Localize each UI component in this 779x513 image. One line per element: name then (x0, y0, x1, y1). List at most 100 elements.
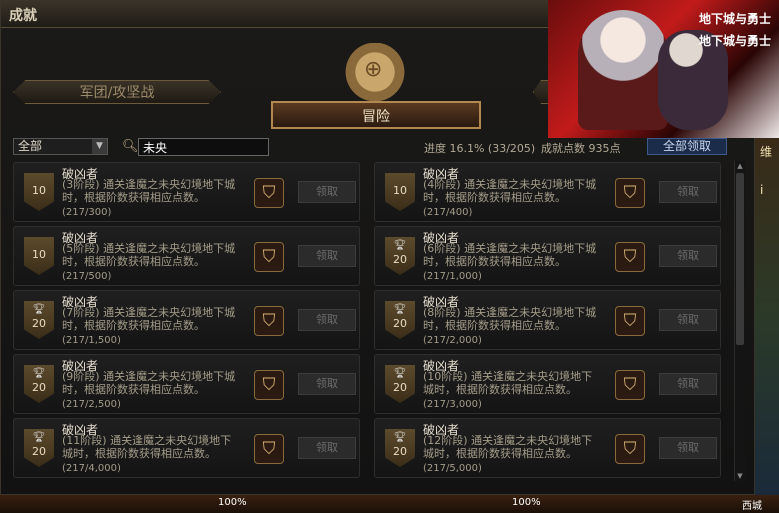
scroll-up-icon[interactable]: ▲ (735, 161, 745, 171)
claim-button[interactable]: 领取 (659, 309, 717, 331)
points-value: 20 (393, 381, 407, 394)
emblem-icon[interactable]: ⛉ (615, 242, 645, 272)
achievement-card: 10 破凶者 (3阶段) 通关逢魔之未央幻境地下城时，根据阶数获得相应点数。 (217… (13, 162, 360, 222)
achievement-desc: (5阶段) 通关逢魔之未央幻境地下城时，根据阶数获得相应点数。 (62, 242, 236, 268)
points-badge: 🏆︎ 20 (24, 365, 54, 403)
mp-text: 100% (512, 497, 541, 508)
achievement-count: (217/400) (423, 207, 473, 218)
points-badge: 10 (385, 173, 415, 211)
emblem-icon[interactable]: ⛉ (254, 242, 284, 272)
claim-button[interactable]: 领取 (298, 373, 356, 395)
achievement-desc: (10阶段) 通关逢魔之未央幻境地下城时，根据阶数获得相应点数。 (423, 370, 593, 396)
tab-legion[interactable]: 军团/攻坚战 (13, 80, 221, 104)
achievement-desc: (3阶段) 通关逢魔之未央幻境地下城时，根据阶数获得相应点数。 (62, 178, 236, 204)
trophy-icon: 🏆︎ (393, 432, 407, 443)
achievement-desc: (11阶段) 通关逢魔之未央幻境地下城时，根据阶数获得相应点数。 (62, 434, 232, 460)
achievement-count: (217/300) (62, 207, 112, 218)
search-icon: 🔍︎ (122, 139, 139, 154)
adventure-scroll-icon (336, 43, 414, 101)
achievement-desc: (4阶段) 通关逢魔之未央幻境地下城时，根据阶数获得相应点数。 (423, 178, 597, 204)
points-badge: 🏆︎ 20 (24, 301, 54, 339)
achievement-desc: (8阶段) 通关逢魔之未央幻境地下城时，根据阶数获得相应点数。 (423, 306, 597, 332)
scrollbar-thumb[interactable] (736, 173, 744, 345)
achievement-card: 🏆︎ 20 破凶者 (9阶段) 通关逢魔之未央幻境地下城时，根据阶数获得相应点数。 (2… (13, 354, 360, 414)
emblem-icon[interactable]: ⛉ (615, 370, 645, 400)
points-value: 20 (32, 445, 46, 458)
points-value: 20 (32, 381, 46, 394)
background-game-ui: 维 i (755, 138, 779, 498)
emblem-icon[interactable]: ⛉ (254, 178, 284, 208)
achievement-card: 🏆︎ 20 破凶者 (11阶段) 通关逢魔之未央幻境地下城时，根据阶数获得相应点数。(… (13, 418, 360, 478)
achievement-card: 🏆︎ 20 破凶者 (10阶段) 通关逢魔之未央幻境地下城时，根据阶数获得相应点数。(… (374, 354, 721, 414)
claim-button[interactable]: 领取 (298, 245, 356, 267)
emblem-icon[interactable]: ⛉ (615, 178, 645, 208)
scrollbar[interactable]: ▲ ▼ (734, 161, 745, 481)
points-text: 成就点数 935点 (541, 142, 621, 155)
trophy-icon: 🏆︎ (32, 304, 46, 315)
achievement-count: (217/4,000) (62, 463, 121, 474)
trophy-icon: 🏆︎ (32, 368, 46, 379)
achievement-card: 🏆︎ 20 破凶者 (6阶段) 通关逢魔之未央幻境地下城时，根据阶数获得相应点数。 (2… (374, 226, 721, 286)
achievement-desc: (7阶段) 通关逢魔之未央幻境地下城时，根据阶数获得相应点数。 (62, 306, 236, 332)
side-text-2: i (760, 183, 764, 197)
achievement-card: 🏆︎ 20 破凶者 (7阶段) 通关逢魔之未央幻境地下城时，根据阶数获得相应点数。 (2… (13, 290, 360, 350)
achievement-desc: (12阶段) 通关逢魔之未央幻境地下城时，根据阶数获得相应点数。 (423, 434, 593, 460)
points-value: 10 (32, 248, 46, 261)
claim-button[interactable]: 领取 (659, 373, 717, 395)
chevron-down-icon[interactable]: ▼ (92, 139, 107, 154)
tab-adventure[interactable]: 冒险 (271, 101, 481, 129)
achievement-count: (217/2,500) (62, 399, 121, 410)
achievement-count: (217/3,000) (423, 399, 482, 410)
trophy-icon: 🏆︎ (32, 432, 46, 443)
emblem-icon[interactable]: ⛉ (615, 306, 645, 336)
claim-button[interactable]: 领取 (659, 181, 717, 203)
achievement-count: (217/5,000) (423, 463, 482, 474)
points-badge: 🏆︎ 20 (385, 429, 415, 467)
achievement-card: 🏆︎ 20 破凶者 (8阶段) 通关逢魔之未央幻境地下城时，根据阶数获得相应点数。 (2… (374, 290, 721, 350)
category-select[interactable]: 全部 ▼ (13, 138, 108, 155)
claim-button[interactable]: 领取 (659, 437, 717, 459)
hp-text: 100% (218, 497, 247, 508)
scroll-down-icon[interactable]: ▼ (735, 471, 745, 481)
points-value: 20 (393, 445, 407, 458)
achievement-count: (217/1,000) (423, 271, 482, 282)
emblem-icon[interactable]: ⛉ (615, 434, 645, 464)
search-input[interactable] (138, 138, 269, 156)
points-badge: 10 (24, 237, 54, 275)
side-text: 维 (760, 145, 773, 159)
category-select-value: 全部 (18, 139, 43, 153)
points-value: 10 (393, 184, 407, 197)
claim-button[interactable]: 领取 (659, 245, 717, 267)
window-title: 成就 (9, 8, 37, 24)
title-bar[interactable]: 成就 (1, 1, 549, 28)
achievement-count: (217/1,500) (62, 335, 121, 346)
points-badge: 10 (24, 173, 54, 211)
promo-banner[interactable]: 地下城与勇士 地下城与勇士 (548, 0, 779, 138)
achievement-count: (217/500) (62, 271, 112, 282)
claim-button[interactable]: 领取 (298, 437, 356, 459)
emblem-icon[interactable]: ⛉ (254, 434, 284, 464)
achievement-desc: (9阶段) 通关逢魔之未央幻境地下城时，根据阶数获得相应点数。 (62, 370, 236, 396)
trophy-icon: 🏆︎ (393, 240, 407, 251)
game-logo-2: 地下城与勇士 (698, 34, 771, 48)
points-badge: 🏆︎ 20 (385, 237, 415, 275)
points-badge: 🏆︎ 20 (385, 365, 415, 403)
claim-button[interactable]: 领取 (298, 181, 356, 203)
points-value: 10 (32, 184, 46, 197)
town-text: 西城 (742, 501, 762, 512)
achievement-card: 10 破凶者 (5阶段) 通关逢魔之未央幻境地下城时，根据阶数获得相应点数。 (217… (13, 226, 360, 286)
emblem-icon[interactable]: ⛉ (254, 306, 284, 336)
progress-text: 进度 16.1% (33/205) (424, 142, 536, 155)
points-value: 20 (393, 317, 407, 330)
emblem-icon[interactable]: ⛉ (254, 370, 284, 400)
trophy-icon: 🏆︎ (393, 304, 407, 315)
claim-button[interactable]: 领取 (298, 309, 356, 331)
trophy-icon: 🏆︎ (393, 368, 407, 379)
points-value: 20 (32, 317, 46, 330)
points-badge: 🏆︎ 20 (385, 301, 415, 339)
achievement-card: 🏆︎ 20 破凶者 (12阶段) 通关逢魔之未央幻境地下城时，根据阶数获得相应点数。(… (374, 418, 721, 478)
points-badge: 🏆︎ 20 (24, 429, 54, 467)
claim-all-button[interactable]: 全部领取 (647, 138, 727, 155)
character-art (578, 10, 668, 130)
game-hud: 100% 100% 西城 (0, 495, 779, 513)
